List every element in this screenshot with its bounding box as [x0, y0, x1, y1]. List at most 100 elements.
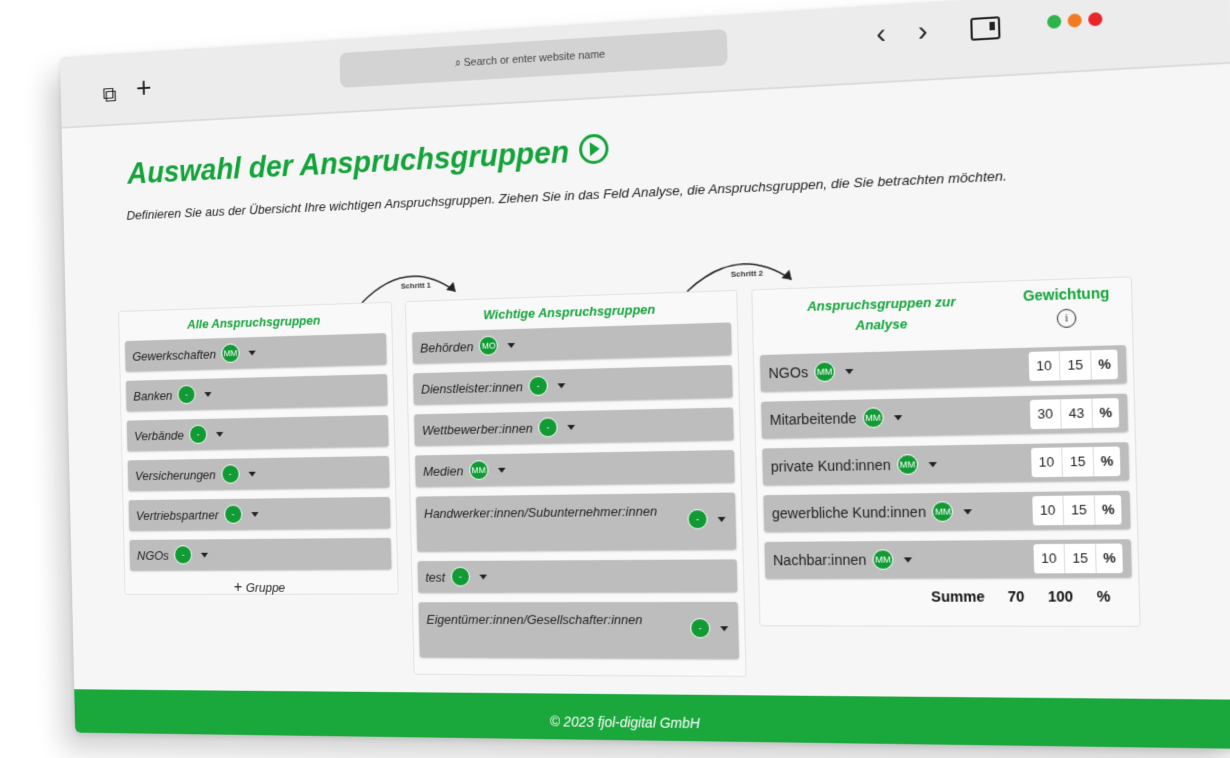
owner-badge: - [689, 618, 711, 639]
weight-value[interactable]: 10 [1028, 351, 1061, 382]
chevron-down-icon[interactable] [567, 424, 576, 430]
group-card[interactable]: Banken - [125, 374, 388, 412]
footer-copyright: © 2023 fjol-digital GmbH [549, 713, 701, 732]
weight-input[interactable]: 10 15% [1028, 349, 1119, 382]
group-card[interactable]: test - [417, 559, 738, 593]
sum-value: 70 [1007, 588, 1025, 605]
window-minimize-button[interactable] [1067, 13, 1082, 28]
window-maximize-button[interactable] [1047, 14, 1062, 29]
weight-percent: 43 [1061, 398, 1094, 429]
owner-badge: - [528, 375, 549, 397]
step1-label: Schritt 1 [400, 280, 431, 291]
group-card[interactable]: Handwerker:innen/Subunternehmer:innen - [416, 492, 737, 552]
weight-value[interactable]: 10 [1033, 543, 1066, 574]
group-card[interactable]: Verbände - [126, 414, 389, 451]
chevron-down-icon[interactable] [963, 508, 973, 515]
chevron-down-icon[interactable] [200, 552, 209, 558]
chevron-down-icon[interactable] [497, 467, 506, 473]
chevron-down-icon[interactable] [507, 342, 516, 348]
step2-label: Schritt 2 [730, 268, 764, 279]
chevron-down-icon[interactable] [893, 414, 903, 420]
footer: © 2023 fjol-digital GmbH [74, 689, 1230, 749]
weight-value[interactable]: 10 [1031, 447, 1063, 478]
group-card-controls: - [684, 618, 729, 639]
weight-value[interactable]: 30 [1029, 399, 1062, 430]
group-card[interactable]: NGOs - [129, 537, 392, 571]
owner-badge: MM [814, 361, 836, 383]
percent-unit: % [1098, 356, 1112, 373]
plus-icon: + [233, 579, 243, 596]
chevron-down-icon[interactable] [928, 461, 937, 467]
owner-badge: MM [896, 454, 919, 476]
address-bar-placeholder: Search or enter website name [463, 48, 606, 69]
owner-badge: - [174, 545, 193, 565]
important-groups-column: Wichtige Anspruchsgruppen Behörden MO Die… [404, 289, 747, 677]
group-label: Nachbar:innen [772, 551, 867, 569]
group-label: test [425, 569, 446, 585]
weight-percent: 15 [1063, 495, 1096, 526]
group-card[interactable]: Eigentümer:innen/Gesellschafter:innen - [418, 601, 740, 659]
group-card[interactable]: Dienstleister:innen - [413, 364, 733, 405]
chevron-down-icon[interactable] [557, 382, 566, 388]
sidebar-toggle-icon[interactable] [970, 16, 1001, 41]
owner-badge: - [223, 504, 243, 524]
chevron-down-icon[interactable] [479, 574, 488, 580]
group-label: NGOs [768, 363, 809, 382]
group-card[interactable]: Behörden MO [412, 322, 732, 364]
weight-input[interactable]: 10 15% [1031, 446, 1121, 478]
group-card-controls: - [681, 509, 726, 530]
chevron-down-icon[interactable] [248, 350, 256, 356]
address-bar[interactable]: ⌕ Search or enter website name [339, 29, 728, 88]
analysis-card[interactable]: gewerbliche Kund:innen MM 10 15% [763, 490, 1131, 532]
group-card[interactable]: Wettbewerber:innen - [414, 407, 734, 446]
forward-icon[interactable]: › [917, 14, 928, 48]
group-label: Verbände [134, 427, 184, 443]
chevron-down-icon[interactable] [204, 391, 212, 397]
weight-input[interactable]: 10 15% [1033, 543, 1123, 574]
weight-value[interactable]: 10 [1032, 495, 1065, 526]
analysis-column: Anspruchsgruppen zur Analyse Gewichtung … [751, 276, 1141, 627]
page-content: Auswahl der Anspruchsgruppen Definieren … [62, 64, 1230, 700]
weight-percent: 15 [1059, 350, 1092, 381]
owner-badge: MM [862, 407, 884, 429]
group-card[interactable]: Versicherungen - [127, 455, 390, 491]
weight-input[interactable]: 30 43% [1029, 398, 1120, 430]
sum-percent: 100 [1047, 587, 1074, 605]
group-card[interactable]: Medien MM [415, 449, 735, 487]
analysis-card[interactable]: Nachbar:innen MM 10 15% [764, 539, 1132, 579]
window-close-button[interactable] [1088, 11, 1103, 27]
owner-badge: MM [872, 549, 894, 570]
chevron-down-icon[interactable] [215, 431, 224, 437]
owner-badge: MM [468, 460, 489, 481]
weight-percent: 15 [1064, 543, 1097, 574]
percent-unit: % [1102, 549, 1116, 566]
weight-heading: Gewichtung [1022, 284, 1110, 305]
chevron-down-icon[interactable] [720, 625, 729, 631]
weight-input[interactable]: 10 15% [1032, 495, 1122, 526]
group-label: Gewerkschaften [132, 346, 217, 364]
all-groups-column: Alle Anspruchsgruppen Gewerkschaften MM B… [118, 301, 399, 597]
add-group-button[interactable]: + Gruppe [125, 579, 398, 597]
analysis-card[interactable]: private Kund:innen MM 10 15% [762, 442, 1130, 486]
percent-unit: % [1099, 404, 1113, 421]
group-label: private Kund:innen [770, 456, 891, 475]
group-label: Vertriebspartner [135, 507, 219, 523]
chevron-down-icon[interactable] [248, 471, 256, 477]
chevron-down-icon[interactable] [903, 556, 913, 563]
info-icon[interactable]: i [1056, 308, 1077, 329]
group-card[interactable]: Gewerkschaften MM [125, 333, 387, 372]
group-label: NGOs [136, 547, 170, 563]
group-label: Versicherungen [134, 467, 216, 483]
group-card[interactable]: Vertriebspartner - [128, 496, 391, 531]
percent-unit: % [1100, 452, 1114, 469]
group-label: Banken [133, 387, 173, 403]
chevron-down-icon[interactable] [717, 516, 726, 522]
chevron-down-icon[interactable] [251, 511, 259, 517]
new-tab-icon[interactable]: + [136, 72, 152, 104]
chevron-down-icon[interactable] [845, 368, 854, 374]
back-icon[interactable]: ‹ [876, 17, 886, 50]
tabs-overview-icon[interactable]: ⧉ [102, 82, 116, 107]
analysis-card[interactable]: Mitarbeitende MM 30 43% [761, 393, 1129, 439]
weight-heading-block: Gewichtung i [1023, 284, 1111, 329]
owner-badge: - [538, 417, 558, 438]
